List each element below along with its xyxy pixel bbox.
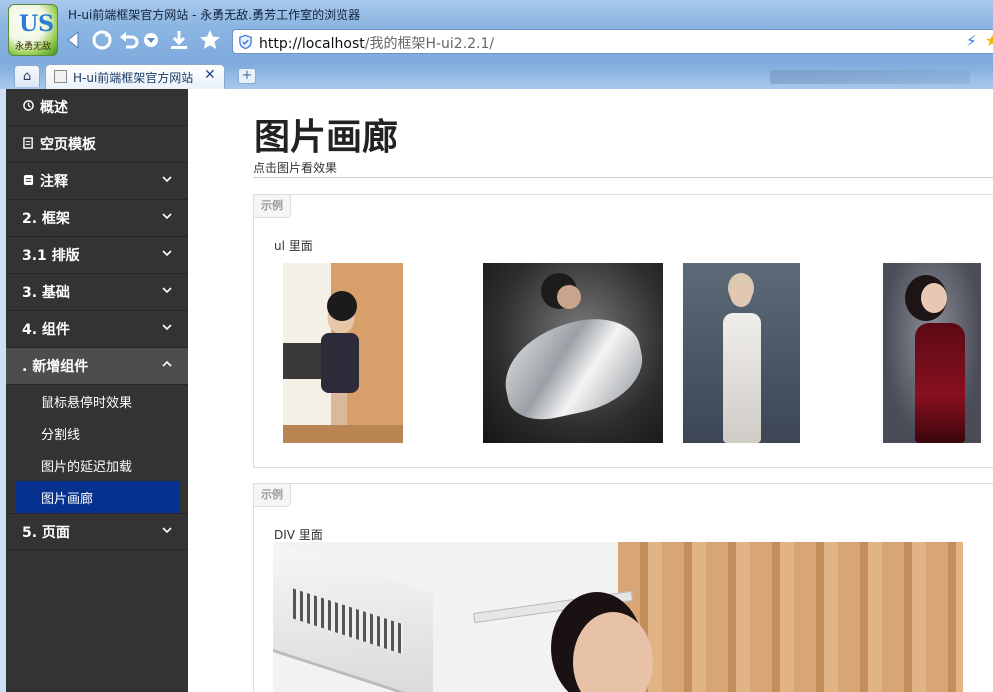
url-path: /我的框架H-ui2.2.1/ [364, 36, 495, 52]
page-favicon-icon [54, 70, 67, 83]
example-label: ul 里面 [274, 239, 313, 253]
new-tab-plus-icon[interactable]: + [238, 68, 256, 84]
gallery-photo-3[interactable] [683, 263, 800, 443]
sidebar-item-new-components[interactable]: . 新增组件 [6, 348, 188, 385]
sidebar-item-label: 5. 页面 [22, 524, 70, 541]
photo-detail [283, 425, 403, 443]
sidebar-item-blank-template[interactable]: 空页模板 [6, 126, 188, 163]
sidebar-item-framework[interactable]: 2. 框架 [6, 200, 188, 237]
example-label: DIV 里面 [274, 528, 323, 542]
dropdown-icon[interactable] [139, 28, 163, 52]
sidebar-item-pages[interactable]: 5. 页面 [6, 513, 188, 550]
toolbar-blurred-area [770, 70, 970, 84]
example-panel-div: 示例 DIV 里面 [253, 483, 993, 692]
logo-text: 永勇无敌 [15, 42, 52, 52]
chevron-up-icon [162, 360, 172, 367]
browser-logo[interactable]: US 永勇无敌 [8, 4, 58, 56]
example-panel-ul: 示例 ul 里面 [253, 194, 993, 468]
sidebar-item-label: 4. 组件 [22, 322, 70, 338]
sidebar-subitem-label: 图片的延迟加载 [41, 459, 133, 475]
window-title: H-ui前端框架官方网站 - 永勇无敌.勇芳工作室的浏览器 [68, 8, 361, 22]
sidebar-item-overview[interactable]: 概述 [6, 89, 188, 126]
url-text[interactable]: http://localhost/我的框架H-ui2.2.1/ [259, 33, 494, 53]
undo-icon[interactable] [117, 28, 141, 52]
sidebar-subitem-lazyload[interactable]: 图片的延迟加载 [6, 449, 188, 481]
star-icon[interactable] [198, 28, 222, 52]
sidebar: 概述 空页模板 注释 2. 框架 3.1 排版 3. 基础 4. 组件 . 新增… [6, 89, 188, 692]
sidebar-subitem-divider[interactable]: 分割线 [6, 417, 188, 449]
page-viewport: 概述 空页模板 注释 2. 框架 3.1 排版 3. 基础 4. 组件 . 新增… [6, 89, 993, 692]
sidebar-item-label: 注释 [40, 174, 68, 190]
sidebar-item-label: 概述 [40, 100, 68, 116]
sidebar-item-notes[interactable]: 注释 [6, 163, 188, 200]
sidebar-subitem-gallery[interactable]: 图片画廊 [15, 481, 179, 513]
tab-bar: ⌂ H-ui前端框架官方网站 ✕ + [0, 62, 993, 89]
note-icon [22, 174, 34, 189]
tab-active[interactable]: H-ui前端框架官方网站 ✕ [45, 64, 225, 89]
photo-detail [273, 542, 433, 692]
favorite-star-icon[interactable]: ★ [985, 31, 993, 50]
gallery-photo-2[interactable] [483, 263, 663, 443]
sidebar-subitem-hover-effect[interactable]: 鼠标悬停时效果 [6, 385, 188, 417]
sidebar-subitem-label: 图片画廊 [41, 491, 94, 507]
sidebar-item-label: 3. 基础 [22, 285, 70, 301]
example-tag: 示例 [253, 194, 291, 218]
back-arrow-icon[interactable] [62, 28, 86, 52]
page-icon [22, 136, 34, 152]
lightning-icon[interactable]: ⚡ [966, 32, 977, 50]
chevron-down-icon [162, 324, 172, 331]
sidebar-item-label: 3.1 排版 [22, 248, 80, 264]
tab-title: H-ui前端框架官方网站 [73, 71, 194, 85]
gallery-photo-4[interactable] [883, 263, 981, 443]
sidebar-item-label: 空页模板 [40, 137, 96, 153]
example-tag: 示例 [253, 483, 291, 507]
browser-titlebar: US 永勇无敌 H-ui前端框架官方网站 - 永勇无敌.勇芳工作室的浏览器 ht… [0, 0, 993, 62]
refresh-icon[interactable] [90, 28, 114, 52]
chevron-down-icon [162, 176, 172, 183]
sidebar-submenu: 鼠标悬停时效果 分割线 图片的延迟加载 图片画廊 [6, 385, 188, 513]
address-bar[interactable]: http://localhost/我的框架H-ui2.2.1/ ⚡ ★ [232, 29, 993, 54]
gallery-photo-1[interactable] [283, 263, 403, 443]
logo-glyph: US [19, 11, 55, 37]
security-shield-icon [239, 34, 252, 50]
chevron-down-icon [162, 213, 172, 220]
chevron-down-icon [162, 250, 172, 257]
sidebar-item-label: . 新增组件 [22, 359, 89, 375]
photo-detail [618, 542, 963, 692]
close-icon[interactable]: ✕ [204, 67, 216, 83]
home-icon[interactable]: ⌂ [14, 65, 40, 87]
sidebar-item-typography[interactable]: 3.1 排版 [6, 237, 188, 274]
gallery-photo-large[interactable] [273, 542, 963, 692]
sidebar-subitem-label: 分割线 [41, 427, 81, 443]
url-host: http://localhost [259, 36, 365, 52]
sidebar-item-basics[interactable]: 3. 基础 [6, 274, 188, 311]
sidebar-item-label: 2. 框架 [22, 211, 70, 227]
page-subtitle: 点击图片看效果 [253, 161, 338, 175]
sidebar-item-components[interactable]: 4. 组件 [6, 311, 188, 348]
photo-detail [283, 343, 323, 379]
divider [253, 177, 993, 178]
sidebar-subitem-label: 鼠标悬停时效果 [41, 395, 133, 411]
download-icon[interactable] [167, 28, 191, 52]
overview-icon [22, 100, 34, 114]
page-title: 图片画廊 [254, 117, 399, 158]
main-content: 图片画廊 点击图片看效果 示例 ul 里面 示例 DIV 里面 [188, 89, 993, 692]
chevron-down-icon [162, 527, 172, 534]
chevron-down-icon [162, 287, 172, 294]
